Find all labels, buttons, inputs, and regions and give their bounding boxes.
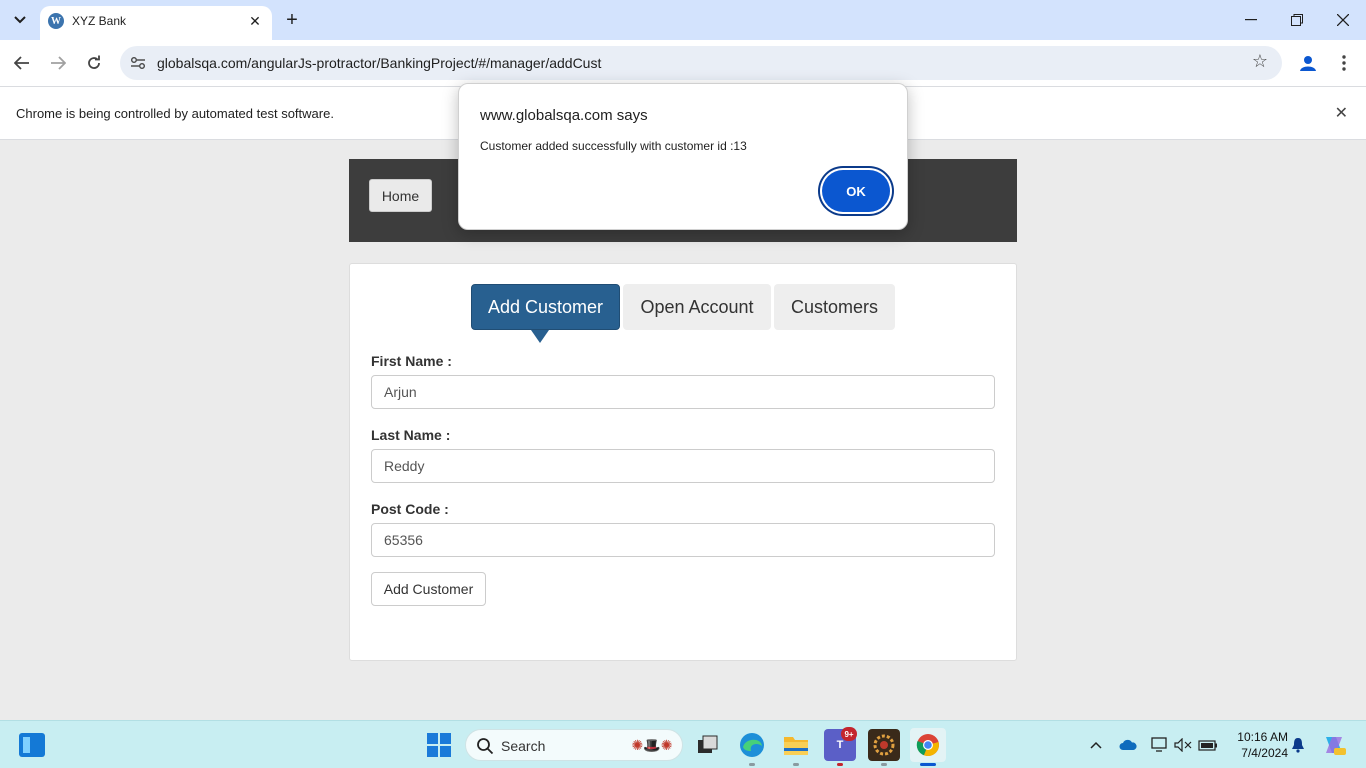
onedrive-icon[interactable]: [1118, 735, 1138, 755]
address-bar[interactable]: globalsqa.com/angularJs-protractor/Banki…: [120, 46, 1282, 80]
gear-emblem-glyph: [873, 734, 895, 756]
infobar-text: Chrome is being controlled by automated …: [16, 106, 334, 121]
profile-avatar[interactable]: [1294, 49, 1322, 77]
task-view-glyph: [698, 735, 718, 753]
dialog-title: www.globalsqa.com says: [480, 107, 648, 124]
task-view-icon[interactable]: [692, 729, 724, 761]
forward-arrow-icon: [51, 56, 66, 70]
alert-dialog: www.globalsqa.com says Customer added su…: [458, 83, 908, 230]
windows-logo-pane: [440, 746, 451, 757]
edge-glyph: [740, 733, 764, 757]
copilot-icon[interactable]: [1322, 735, 1346, 755]
dialog-ok-button[interactable]: OK: [822, 170, 890, 212]
post-code-input[interactable]: [371, 523, 995, 557]
taskbar-search-box[interactable]: Search ✺🎩✺: [465, 729, 683, 761]
app-attention-indicator: [837, 763, 843, 766]
new-tab-button[interactable]: +: [280, 6, 304, 34]
copilot-glyph: [1326, 737, 1346, 755]
app-running-indicator: [749, 763, 755, 766]
tab-search-button[interactable]: [6, 6, 34, 34]
person-icon: [1300, 56, 1316, 71]
restore-icon: [1291, 14, 1303, 26]
last-name-label: Last Name :: [371, 427, 451, 443]
reload-icon: [88, 55, 100, 69]
clock-time: 10:16 AM: [1237, 730, 1288, 744]
app-running-indicator: [881, 763, 887, 766]
minimize-icon: [1245, 19, 1257, 21]
back-button[interactable]: [8, 49, 36, 77]
windows-logo-pane: [440, 733, 451, 744]
chevron-up-glyph: [1090, 741, 1102, 749]
battery-glyph: [1198, 740, 1217, 751]
search-highlight-icon: ✺🎩✺: [631, 736, 673, 753]
infobar-close-icon[interactable]: ✕: [1335, 103, 1348, 123]
tab-close-icon[interactable]: ✕: [244, 10, 266, 32]
tab-customers[interactable]: Customers: [774, 284, 895, 330]
network-icon[interactable]: [1150, 735, 1170, 755]
manager-panel: Add Customer Open Account Customers Firs…: [349, 263, 1017, 661]
bookmark-star-icon[interactable]: ☆: [1252, 51, 1268, 72]
browser-menu-button[interactable]: [1330, 49, 1358, 77]
windows-taskbar: Search ✺🎩✺ T 10:16 AM 7/4/2024: [0, 720, 1366, 768]
tab-title: XYZ Bank: [72, 14, 127, 28]
back-arrow-icon: [14, 56, 29, 70]
bell-glyph: [1292, 738, 1304, 753]
chevron-up-icon[interactable]: [1088, 735, 1104, 755]
game-app-icon[interactable]: [868, 729, 900, 761]
search-label: Search: [501, 738, 546, 754]
browser-tab[interactable]: W XYZ Bank ✕: [40, 6, 272, 40]
tune-icon: [131, 57, 145, 69]
browser-toolbar: globalsqa.com/angularJs-protractor/Banki…: [0, 40, 1366, 86]
windows-logo-pane: [427, 746, 438, 757]
post-code-label: Post Code :: [371, 501, 449, 517]
tab-add-customer[interactable]: Add Customer: [471, 284, 620, 330]
start-button[interactable]: [427, 733, 451, 757]
file-explorer-icon[interactable]: [780, 729, 812, 761]
volume-muted-icon[interactable]: [1174, 735, 1192, 755]
wordpress-icon: W: [48, 13, 64, 29]
last-name-input[interactable]: [371, 449, 995, 483]
chevron-down-icon: [14, 16, 26, 24]
speaker-glyph: [1174, 738, 1192, 752]
browser-tab-strip: W XYZ Bank ✕ +: [0, 0, 1366, 40]
url-text: globalsqa.com/angularJs-protractor/Banki…: [157, 55, 602, 71]
forward-button[interactable]: [44, 49, 72, 77]
active-tab-pointer: [531, 330, 549, 343]
cloud-glyph: [1119, 739, 1137, 750]
add-customer-submit-button[interactable]: Add Customer: [371, 572, 486, 606]
system-clock[interactable]: 10:16 AM 7/4/2024: [1226, 729, 1288, 761]
widgets-icon[interactable]: [19, 733, 45, 757]
windows-logo-pane: [427, 733, 438, 744]
chrome-icon[interactable]: [910, 728, 946, 762]
more-vert-icon: [1342, 55, 1346, 71]
clock-date: 7/4/2024: [1241, 746, 1288, 760]
teams-notification-badge: 9+: [841, 727, 857, 741]
close-window-button[interactable]: [1320, 0, 1366, 40]
tab-open-account[interactable]: Open Account: [623, 284, 771, 330]
first-name-input[interactable]: [371, 375, 995, 409]
restore-button[interactable]: [1274, 0, 1320, 40]
minimize-button[interactable]: [1228, 0, 1274, 40]
app-active-indicator: [920, 763, 936, 766]
reload-button[interactable]: [80, 49, 108, 77]
monitor-glyph: [1151, 737, 1167, 752]
battery-icon[interactable]: [1198, 735, 1218, 755]
dialog-message: Customer added successfully with custome…: [480, 139, 747, 153]
first-name-label: First Name :: [371, 353, 452, 369]
close-icon: [1337, 14, 1349, 26]
app-running-indicator: [793, 763, 799, 766]
search-icon: [477, 738, 494, 755]
chrome-glyph: [916, 734, 939, 757]
site-info-icon[interactable]: [128, 53, 148, 73]
edge-icon[interactable]: [736, 729, 768, 761]
folder-glyph: [784, 737, 808, 755]
notification-bell-icon[interactable]: [1290, 735, 1306, 755]
home-button[interactable]: Home: [369, 179, 432, 212]
